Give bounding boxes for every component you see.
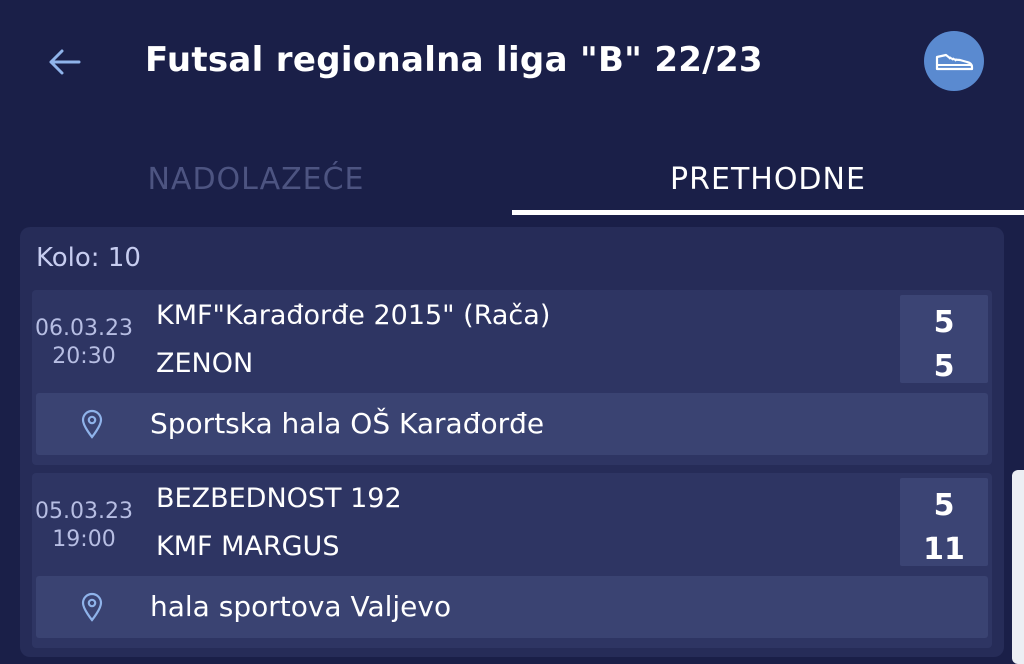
round-card: Kolo: 10 06.03.23 20:30 KMF"Karađorđe 20… bbox=[20, 227, 1004, 657]
arrow-left-icon bbox=[49, 49, 81, 75]
scrollbar[interactable] bbox=[1012, 470, 1024, 664]
home-score: 5 bbox=[933, 305, 955, 340]
sport-button[interactable] bbox=[924, 31, 984, 91]
location-pin-icon bbox=[81, 592, 103, 622]
location-pin-icon bbox=[81, 409, 103, 439]
tab-upcoming[interactable]: NADOLAZEĆE bbox=[0, 150, 512, 212]
active-tab-indicator bbox=[512, 210, 1024, 215]
away-score: 5 bbox=[933, 349, 955, 384]
away-score: 11 bbox=[923, 532, 965, 567]
score-box: 5 5 bbox=[900, 295, 988, 384]
match-time: 20:30 bbox=[52, 344, 116, 369]
venue-name: hala sportova Valjevo bbox=[150, 590, 452, 623]
page-title: Futsal regionalna liga "B" 22/23 bbox=[145, 40, 763, 80]
round-label: Kolo: 10 bbox=[36, 243, 141, 273]
score-box: 5 11 bbox=[900, 478, 988, 567]
tab-bar: NADOLAZEĆE PRETHODNE bbox=[0, 150, 1024, 216]
home-team: KMF"Karađorđe 2015" (Rača) bbox=[156, 300, 551, 331]
match-card[interactable]: 06.03.23 20:30 KMF"Karađorđe 2015" (Rača… bbox=[32, 290, 992, 465]
app-header: Futsal regionalna liga "B" 22/23 bbox=[0, 0, 1024, 130]
venue-row[interactable]: Sportska hala OŠ Karađorđe bbox=[36, 393, 988, 455]
sneaker-icon bbox=[935, 53, 974, 71]
match-date: 05.03.23 bbox=[35, 499, 133, 524]
match-time: 19:00 bbox=[52, 527, 116, 552]
venue-row[interactable]: hala sportova Valjevo bbox=[36, 576, 988, 638]
back-button[interactable] bbox=[40, 38, 88, 86]
match-datetime: 05.03.23 19:00 bbox=[28, 498, 140, 554]
match-date: 06.03.23 bbox=[35, 316, 133, 341]
away-team: KMF MARGUS bbox=[156, 531, 340, 562]
away-team: ZENON bbox=[156, 348, 254, 379]
home-score: 5 bbox=[933, 488, 955, 523]
home-team: BEZBEDNOST 192 bbox=[156, 483, 402, 514]
match-datetime: 06.03.23 20:30 bbox=[28, 315, 140, 371]
tab-previous[interactable]: PRETHODNE bbox=[512, 150, 1024, 212]
match-card[interactable]: 05.03.23 19:00 BEZBEDNOST 192 KMF MARGUS… bbox=[32, 473, 992, 648]
venue-name: Sportska hala OŠ Karađorđe bbox=[150, 407, 545, 440]
